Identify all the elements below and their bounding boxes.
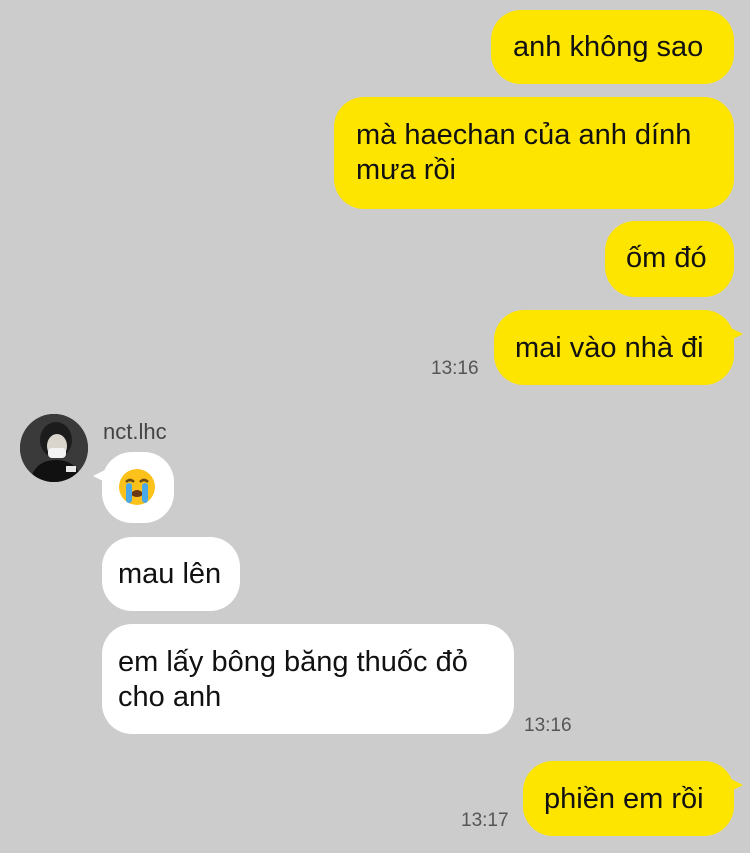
incoming-message[interactable]: em lấy bông băng thuốc đỏ cho anh — [102, 624, 514, 734]
incoming-message[interactable] — [93, 452, 174, 523]
loudly-crying-face-icon — [118, 469, 156, 514]
avatar[interactable] — [20, 414, 88, 482]
profile-photo-icon — [20, 414, 88, 482]
message-timestamp: 13:16 — [431, 358, 479, 379]
outgoing-message[interactable]: anh không sao — [491, 10, 734, 84]
message-timestamp: 13:16 — [524, 715, 572, 736]
message-text-line: em lấy bông băng thuốc đỏ — [118, 646, 468, 678]
message-text-line: mà haechan của anh dính — [356, 119, 692, 151]
outgoing-message[interactable]: mai vào nhà đi — [494, 310, 743, 385]
message-timestamp: 13:17 — [461, 810, 509, 831]
message-text: ốm đó — [626, 242, 707, 274]
message-text: mau lên — [118, 558, 222, 590]
sender-name: nct.lhc — [103, 419, 167, 444]
outgoing-message[interactable]: phiền em rồi — [523, 761, 743, 836]
message-text-line: mưa rồi — [356, 154, 456, 186]
incoming-message[interactable]: mau lên — [102, 537, 240, 611]
outgoing-message[interactable]: ốm đó — [605, 221, 734, 297]
message-text-line: cho anh — [118, 681, 222, 713]
message-text: mai vào nhà đi — [515, 332, 704, 364]
message-text: anh không sao — [513, 31, 704, 63]
message-text: phiền em rồi — [544, 783, 704, 815]
outgoing-message[interactable]: mà haechan của anh dính mưa rồi — [334, 97, 734, 209]
